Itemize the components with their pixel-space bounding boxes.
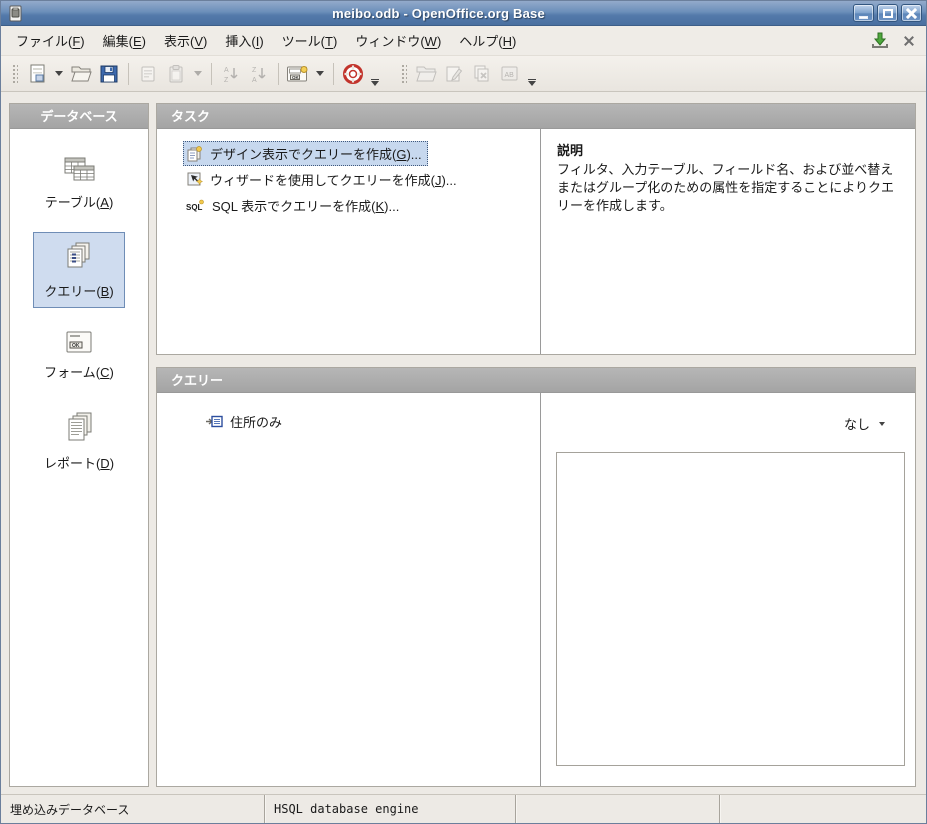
paste-button[interactable] [163, 61, 189, 87]
description-body: フィルタ、入力テーブル、フィールド名、および並べ替えまたはグループ化のための属性… [557, 161, 899, 215]
svg-text:Z: Z [252, 67, 257, 74]
menu-window[interactable]: ウィンドウ(W) [346, 27, 450, 54]
task-label: デザイン表示でクエリーを作成(G)... [210, 144, 422, 163]
sql-view-icon: SQL [186, 198, 205, 213]
task-create-query-wizard[interactable]: ウィザードを使用してクエリーを作成(J)... [183, 167, 463, 192]
queries-header: クエリー [157, 368, 915, 393]
task-label: ウィザードを使用してクエリーを作成(J)... [210, 170, 457, 189]
maximize-button[interactable] [877, 4, 898, 22]
paste-dropdown-arrow[interactable] [191, 61, 205, 87]
object-toolbar-grip[interactable] [400, 63, 407, 85]
form-button[interactable]: OK [285, 61, 311, 87]
sidebar-item-label: フォーム(C) [44, 362, 114, 381]
menu-edit[interactable]: 編集(E) [94, 27, 155, 54]
status-database-type: 埋め込みデータベース [1, 795, 265, 823]
status-database-engine: HSQL database engine [265, 795, 516, 823]
svg-text:OK: OK [292, 74, 300, 79]
query-item-icon [205, 415, 223, 428]
preview-area [556, 452, 905, 766]
window-title: meibo.odb - OpenOffice.org Base [24, 6, 853, 21]
queries-panel: クエリー 住所のみ [156, 367, 916, 787]
task-create-query-design[interactable]: デザイン表示でクエリーを作成(G)... [183, 141, 428, 166]
svg-text:SQL: SQL [186, 203, 203, 212]
preview-dropdown-value: なし [844, 414, 870, 433]
task-label: SQL 表示でクエリーを作成(K)... [212, 196, 399, 215]
svg-text:A: A [224, 67, 229, 74]
app-icon [7, 5, 24, 22]
menu-view[interactable]: 表示(V) [155, 27, 216, 54]
minimize-button[interactable] [853, 4, 874, 22]
svg-text:OK: OK [72, 343, 80, 349]
tasks-header: タスク [157, 104, 915, 129]
forms-icon: OK [61, 329, 97, 357]
titlebar: meibo.odb - OpenOffice.org Base [1, 1, 926, 26]
toolbar: A Z Z A OK [1, 56, 926, 92]
new-dropdown-arrow[interactable] [52, 61, 66, 87]
open-object-button[interactable] [413, 61, 439, 87]
delete-object-button[interactable] [469, 61, 495, 87]
status-segment-3 [516, 795, 720, 823]
svg-text:A: A [252, 77, 257, 84]
status-segment-4 [720, 795, 926, 823]
edit-object-button[interactable] [441, 61, 467, 87]
sidebar-item-label: レポート(D) [44, 453, 114, 472]
close-button[interactable] [901, 4, 922, 22]
preview-dropdown[interactable]: なし [844, 414, 885, 433]
base-main-window: meibo.odb - OpenOffice.org Base ファイル(F) … [0, 0, 927, 824]
preview-pane: なし [541, 393, 915, 786]
chevron-down-icon [879, 422, 885, 426]
save-button[interactable] [96, 61, 122, 87]
menu-insert[interactable]: 挿入(I) [216, 27, 272, 54]
form-dropdown-arrow[interactable] [313, 61, 327, 87]
sidebar-item-forms[interactable]: OK フォーム(C) [33, 321, 125, 389]
sidebar-item-reports[interactable]: レポート(D) [33, 402, 125, 480]
database-sidebar: データベース [9, 103, 149, 787]
svg-text:Z: Z [224, 77, 229, 84]
menu-help[interactable]: ヘルプ(H) [450, 27, 525, 54]
sort-descending-button[interactable]: Z A [246, 61, 272, 87]
menubar: ファイル(F) 編集(E) 表示(V) 挿入(I) ツール(T) ウィンドウ(W… [1, 26, 926, 56]
reports-icon [60, 410, 98, 448]
toolbar-overflow-button[interactable] [368, 77, 382, 88]
task-description: 説明 フィルタ、入力テーブル、フィールド名、および並べ替えまたはグループ化のため… [541, 129, 915, 354]
tables-icon [60, 153, 98, 187]
description-title: 説明 [557, 142, 899, 160]
queries-icon [60, 240, 98, 276]
query-list: 住所のみ [157, 393, 541, 786]
query-design-icon [186, 145, 203, 162]
statusbar: 埋め込みデータベース HSQL database engine [1, 794, 926, 823]
query-item-label: 住所のみ [230, 412, 282, 431]
object-toolbar-overflow-button[interactable] [525, 77, 539, 88]
sidebar-item-queries[interactable]: クエリー(B) [33, 232, 124, 308]
menu-file[interactable]: ファイル(F) [7, 27, 94, 54]
sort-ascending-button[interactable]: A Z [218, 61, 244, 87]
sidebar-item-label: クエリー(B) [44, 281, 113, 300]
toolbar-grip[interactable] [11, 63, 18, 85]
query-wizard-icon [186, 171, 203, 188]
new-database-button[interactable] [24, 61, 50, 87]
open-document-button[interactable] [68, 61, 94, 87]
query-item-juusho-nomi[interactable]: 住所のみ [201, 410, 286, 433]
sidebar-item-tables[interactable]: テーブル(A) [34, 145, 125, 219]
task-list: デザイン表示でクエリーを作成(G)... ウィザードを使用してクエリーを作成( [157, 129, 541, 354]
rename-object-button[interactable]: AB [497, 61, 523, 87]
close-document-button[interactable] [904, 36, 914, 46]
tasks-panel: タスク デザイン表示でクエ [156, 103, 916, 355]
sidebar-header: データベース [10, 104, 148, 129]
help-button[interactable] [340, 61, 366, 87]
task-create-query-sql[interactable]: SQL SQL 表示でクエリーを作成(K)... [183, 193, 405, 218]
menu-tools[interactable]: ツール(T) [273, 27, 347, 54]
sidebar-item-label: テーブル(A) [45, 192, 114, 211]
copy-button[interactable] [135, 61, 161, 87]
update-available-icon[interactable] [870, 32, 890, 49]
svg-text:AB: AB [505, 72, 515, 79]
content-area: データベース [1, 92, 926, 794]
